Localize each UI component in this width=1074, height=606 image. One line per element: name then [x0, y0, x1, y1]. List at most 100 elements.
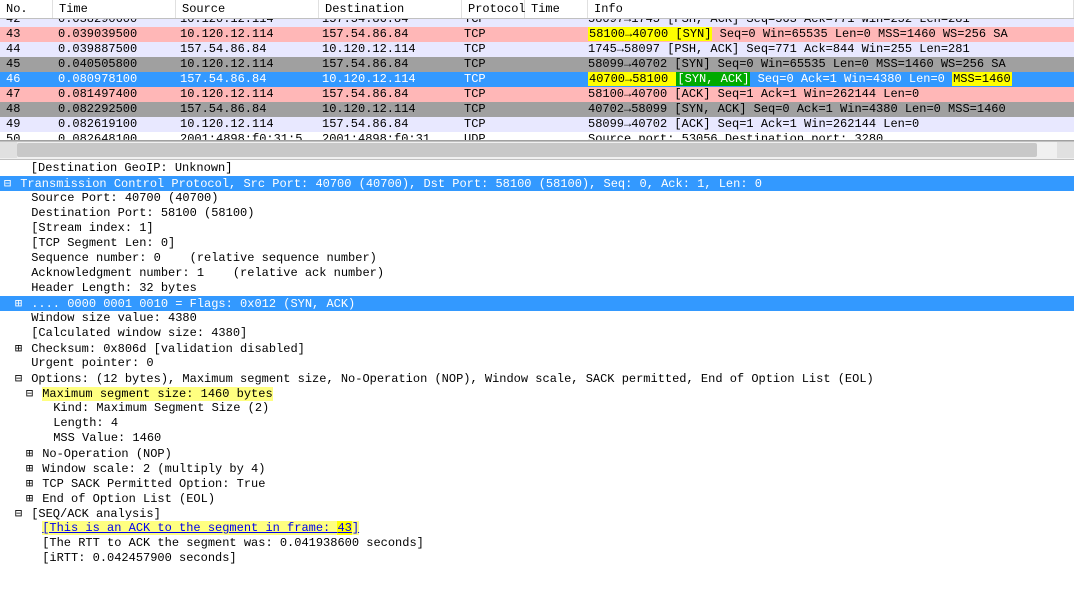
cell: 44 [0, 42, 52, 57]
cell-info: 1745→58097 [PSH, ACK] Seq=771 Ack=844 Wi… [582, 42, 1074, 57]
expand-icon[interactable]: ⊞ [13, 341, 24, 356]
col-header-no[interactable]: No. [0, 0, 53, 18]
col-header-protocol[interactable]: Protocol [462, 0, 525, 18]
detail-line-mss[interactable]: ⊟ Maximum segment size: 1460 bytes [0, 386, 1074, 401]
cell: 10.120.12.114 [174, 27, 316, 42]
packet-list-panel: No. Time Source Destination Protocol Tim… [0, 0, 1074, 141]
cell: 10.120.12.114 [174, 87, 316, 102]
cell: 157.54.86.84 [174, 42, 316, 57]
cell: 43 [0, 27, 52, 42]
expand-icon[interactable]: ⊞ [13, 296, 24, 311]
cell-info: 58099→40702 [SYN] Seq=0 Win=65535 Len=0 … [582, 57, 1074, 72]
cell-info: 58099→40702 [ACK] Seq=1 Ack=1 Win=262144… [582, 117, 1074, 132]
col-header-source[interactable]: Source [176, 0, 319, 18]
collapse-icon[interactable]: ⊟ [24, 386, 35, 401]
detail-line[interactable]: Sequence number: 0 (relative sequence nu… [0, 251, 1074, 266]
cell [520, 42, 582, 57]
detail-line[interactable]: Kind: Maximum Segment Size (2) [0, 401, 1074, 416]
detail-line[interactable]: ⊞ No-Operation (NOP) [0, 446, 1074, 461]
packet-row[interactable]: 460.080978100157.54.86.8410.120.12.114TC… [0, 72, 1074, 87]
cell: UDP [458, 132, 520, 140]
cell [520, 27, 582, 42]
detail-line[interactable]: ⊟ [SEQ/ACK analysis] [0, 506, 1074, 521]
detail-line[interactable]: ⊞ Checksum: 0x806d [validation disabled] [0, 341, 1074, 356]
cell [520, 132, 582, 140]
cell: 10.120.12.114 [316, 102, 458, 117]
col-header-time2[interactable]: Time [525, 0, 588, 18]
detail-line[interactable]: Window size value: 4380 [0, 311, 1074, 326]
cell: 10.120.12.114 [174, 117, 316, 132]
cell: 0.039887500 [52, 42, 174, 57]
scrollbar-thumb[interactable] [17, 143, 1037, 157]
packet-row[interactable]: 490.08261910010.120.12.114157.54.86.84TC… [0, 117, 1074, 132]
cell: 157.54.86.84 [316, 87, 458, 102]
detail-line[interactable]: MSS Value: 1460 [0, 431, 1074, 446]
cell: 47 [0, 87, 52, 102]
cell: 0.039039500 [52, 27, 174, 42]
detail-line[interactable]: [TCP Segment Len: 0] [0, 236, 1074, 251]
expand-icon[interactable]: ⊞ [24, 461, 35, 476]
detail-line[interactable]: [The RTT to ACK the segment was: 0.04193… [0, 536, 1074, 551]
packet-row[interactable]: 450.04050580010.120.12.114157.54.86.84TC… [0, 57, 1074, 72]
packet-row[interactable]: 440.039887500157.54.86.8410.120.12.114TC… [0, 42, 1074, 57]
detail-line[interactable]: ⊞ End of Option List (EOL) [0, 491, 1074, 506]
packet-row[interactable]: 420.03829060010.120.12.114157.54.86.84TC… [0, 19, 1074, 27]
detail-line-ack-link[interactable]: [This is an ACK to the segment in frame:… [0, 521, 1074, 536]
detail-line[interactable]: Header Length: 32 bytes [0, 281, 1074, 296]
cell: 10.120.12.114 [174, 19, 316, 27]
cell: 10.120.12.114 [316, 72, 458, 87]
cell: 0.081497400 [52, 87, 174, 102]
detail-line[interactable]: Acknowledgment number: 1 (relative ack n… [0, 266, 1074, 281]
cell [520, 57, 582, 72]
cell: 157.54.86.84 [316, 57, 458, 72]
packet-row[interactable]: 470.08149740010.120.12.114157.54.86.84TC… [0, 87, 1074, 102]
scroll-right-button[interactable] [1057, 142, 1074, 158]
detail-line-flags[interactable]: ⊞ .... 0000 0001 0010 = Flags: 0x012 (SY… [0, 296, 1074, 311]
expand-icon[interactable]: ⊞ [24, 446, 35, 461]
col-header-info[interactable]: Info [588, 0, 1074, 18]
cell: 45 [0, 57, 52, 72]
packet-list-header: No. Time Source Destination Protocol Tim… [0, 0, 1074, 19]
packet-row[interactable]: 500.0826481002001:4898:f0:31:52001:4898:… [0, 132, 1074, 140]
collapse-icon[interactable]: ⊟ [13, 371, 24, 386]
packet-row[interactable]: 480.082292500157.54.86.8410.120.12.114TC… [0, 102, 1074, 117]
cell: 2001:4898:f0:31 [316, 132, 458, 140]
detail-line[interactable]: [Calculated window size: 4380] [0, 326, 1074, 341]
detail-line[interactable]: ⊞ Window scale: 2 (multiply by 4) [0, 461, 1074, 476]
col-header-time[interactable]: Time [53, 0, 176, 18]
detail-line[interactable]: Destination Port: 58100 (58100) [0, 206, 1074, 221]
detail-line[interactable]: Source Port: 40700 (40700) [0, 191, 1074, 206]
cell-info: 40700→58100 [SYN, ACK] Seq=0 Ack=1 Win=4… [582, 72, 1074, 87]
cell: 10.120.12.114 [316, 42, 458, 57]
detail-line[interactable]: Length: 4 [0, 416, 1074, 431]
cell: TCP [458, 87, 520, 102]
collapse-icon[interactable]: ⊟ [13, 506, 24, 521]
detail-line[interactable]: [iRTT: 0.042457900 seconds] [0, 551, 1074, 566]
detail-line[interactable]: Urgent pointer: 0 [0, 356, 1074, 371]
cell: 46 [0, 72, 52, 87]
cell: 0.040505800 [52, 57, 174, 72]
packet-details-panel: [Destination GeoIP: Unknown] ⊟ Transmiss… [0, 160, 1074, 606]
cell: 10.120.12.114 [174, 57, 316, 72]
packet-rows: 420.03829060010.120.12.114157.54.86.84TC… [0, 19, 1074, 140]
detail-line[interactable]: ⊞ TCP SACK Permitted Option: True [0, 476, 1074, 491]
detail-line-tcp-header[interactable]: ⊟ Transmission Control Protocol, Src Por… [0, 176, 1074, 191]
detail-line[interactable]: ⊟ Options: (12 bytes), Maximum segment s… [0, 371, 1074, 386]
cell: TCP [458, 57, 520, 72]
detail-line[interactable]: [Stream index: 1] [0, 221, 1074, 236]
scroll-left-button[interactable] [0, 142, 17, 158]
expand-icon[interactable]: ⊞ [24, 476, 35, 491]
cell: 42 [0, 19, 52, 27]
expand-icon[interactable]: ⊞ [24, 491, 35, 506]
packet-row[interactable]: 430.03903950010.120.12.114157.54.86.84TC… [0, 27, 1074, 42]
cell [520, 117, 582, 132]
cell [520, 72, 582, 87]
cell: 157.54.86.84 [174, 102, 316, 117]
col-header-destination[interactable]: Destination [319, 0, 462, 18]
cell-info: 58100→40700 [ACK] Seq=1 Ack=1 Win=262144… [582, 87, 1074, 102]
collapse-icon[interactable]: ⊟ [2, 176, 13, 191]
cell: 49 [0, 117, 52, 132]
cell [520, 19, 582, 27]
horizontal-scrollbar[interactable] [0, 141, 1074, 160]
detail-line[interactable]: [Destination GeoIP: Unknown] [0, 161, 1074, 176]
